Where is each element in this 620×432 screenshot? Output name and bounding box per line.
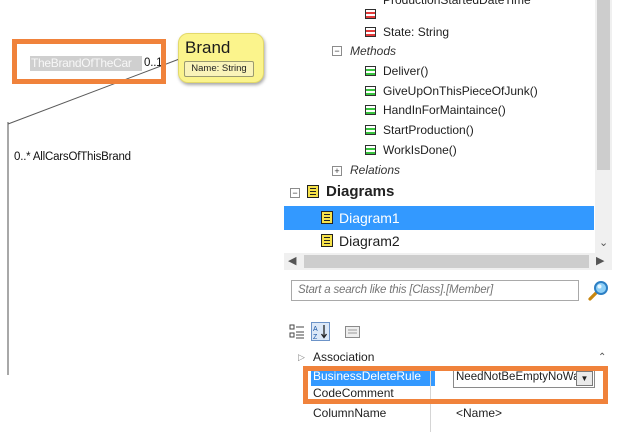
tree-item-label: StartProduction() — [383, 123, 474, 137]
categorized-view-icon[interactable] — [288, 323, 307, 342]
svg-text:A: A — [313, 326, 318, 333]
method-icon — [365, 66, 376, 76]
property-name: Association — [313, 350, 375, 364]
tree-root-label: Diagrams — [326, 183, 395, 200]
horizontal-scrollbar[interactable]: ◀ ▶ — [284, 253, 612, 270]
tree-root-diagrams[interactable]: − Diagrams — [290, 181, 540, 203]
method-icon — [365, 105, 376, 115]
expand-arrow-icon[interactable]: ▷ — [298, 348, 305, 367]
diagram-canvas[interactable]: TheBrandOfTheCar 0..1 Brand Name: String… — [0, 0, 284, 432]
property-value[interactable]: <Name> — [456, 404, 502, 423]
tree-item-label: Diagram1 — [339, 210, 400, 226]
tree-item-label: Diagram2 — [339, 233, 400, 249]
diagram-icon — [321, 211, 333, 224]
method-icon — [365, 145, 376, 155]
tree-item-diagram2[interactable]: Diagram2 — [284, 230, 594, 252]
attribute-icon — [365, 27, 376, 37]
tree-group-label: Relations — [350, 163, 401, 177]
diagram-icon — [321, 234, 333, 247]
tree-item-label: HandInForMaintaince() — [383, 103, 506, 117]
expand-icon[interactable]: + — [332, 166, 342, 176]
scroll-left-icon[interactable]: ◀ — [288, 254, 296, 268]
collapse-icon[interactable]: − — [290, 188, 300, 198]
tree-item-label: WorkIsDone() — [383, 143, 457, 157]
tree-item-label: Deliver() — [383, 64, 429, 78]
scroll-up-icon[interactable]: ⌃ — [598, 348, 606, 367]
target-role-label[interactable]: 0..* AllCarsOfThisBrand — [14, 151, 131, 163]
search-icon[interactable] — [586, 279, 610, 303]
tree-group-methods[interactable]: − Methods — [332, 41, 532, 61]
vertical-scrollbar[interactable]: ⌄ — [595, 0, 612, 253]
property-name: ColumnName — [313, 406, 387, 420]
vertical-scroll-thumb[interactable] — [597, 0, 610, 170]
scroll-down-icon[interactable]: ⌄ — [599, 236, 608, 250]
highlight-frame — [12, 39, 166, 84]
search-input[interactable] — [291, 280, 579, 301]
tree-group-relations[interactable]: + Relations — [332, 160, 532, 180]
class-attribute[interactable]: Name: String — [184, 61, 254, 77]
svg-text:Z: Z — [313, 334, 318, 340]
collapse-icon[interactable]: − — [332, 46, 342, 56]
brand-class-box[interactable]: Brand Name: String — [178, 33, 264, 83]
model-tree[interactable]: ProductionStartedDateTime State: String … — [284, 0, 594, 253]
class-title: Brand — [185, 38, 231, 57]
diagram-folder-icon — [307, 185, 319, 198]
tree-item-label: State: String — [383, 25, 450, 39]
tree-group-label: Methods — [350, 44, 397, 58]
method-icon — [365, 86, 376, 96]
scroll-right-icon[interactable]: ▶ — [596, 254, 604, 268]
highlight-frame — [303, 366, 608, 404]
horizontal-scroll-thumb[interactable] — [304, 255, 589, 268]
attribute-icon — [365, 9, 376, 19]
tree-item-label: ProductionStartedDateTime — [383, 0, 531, 7]
property-pages-icon[interactable] — [343, 323, 362, 342]
property-row-column-name[interactable]: ColumnName <Name> — [302, 404, 604, 423]
tree-item-diagram1[interactable]: Diagram1 — [284, 206, 594, 230]
sort-alphabetical-icon[interactable]: A Z — [311, 322, 330, 341]
method-icon — [365, 125, 376, 135]
tree-item-label: GiveUpOnThisPieceOfJunk() — [383, 84, 538, 98]
property-row-association[interactable]: ▷ Association ⌃ — [298, 348, 606, 367]
